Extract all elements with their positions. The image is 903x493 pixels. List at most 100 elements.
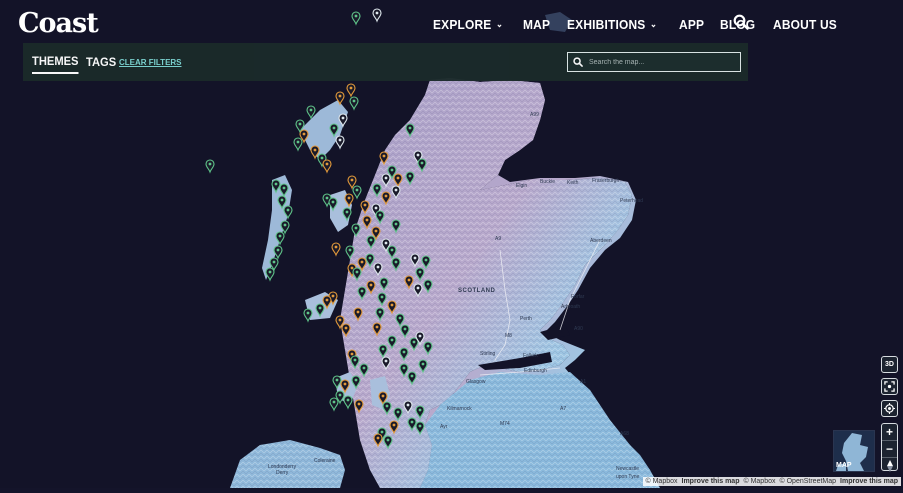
map-pin-dot xyxy=(283,223,287,227)
map-pin-dot xyxy=(334,245,338,249)
map-pin-dot xyxy=(374,229,378,233)
map-pin-dot xyxy=(394,222,398,226)
map-pin-icon[interactable] xyxy=(273,245,283,260)
map-pin-dot xyxy=(298,122,302,126)
map-pin-dot xyxy=(416,286,420,290)
map-pin-icon[interactable] xyxy=(329,397,339,412)
map-pin-dot xyxy=(350,266,354,270)
label-road-a9: A9 xyxy=(495,236,501,242)
minimap-toggle[interactable]: MAP xyxy=(833,430,875,472)
search-icon xyxy=(573,57,583,67)
map-pin-dot xyxy=(407,278,411,282)
map-pin-dot xyxy=(378,213,382,217)
map-pin-dot xyxy=(362,366,366,370)
map-pin-dot xyxy=(384,194,388,198)
view-3d-button[interactable]: 3D xyxy=(881,356,898,373)
zoom-out-button[interactable]: − xyxy=(882,440,897,457)
map-pin-icon[interactable] xyxy=(351,11,361,26)
map-pin-dot xyxy=(325,196,329,200)
map-pin-dot xyxy=(386,438,390,442)
map-pin-dot xyxy=(268,270,272,274)
fullscreen-icon xyxy=(884,381,895,392)
nav-about-us[interactable]: ABOUT US xyxy=(773,17,837,32)
clear-filters-link[interactable]: CLEAR FILTERS xyxy=(119,58,182,67)
fullscreen-button[interactable] xyxy=(881,378,898,395)
label-road-m8: M8 xyxy=(505,333,512,339)
label-road-m74: M74 xyxy=(500,421,510,427)
view-3d-label: 3D xyxy=(885,361,894,368)
label-newcastle: Newcastle xyxy=(616,466,639,472)
map-pin-dot xyxy=(420,161,424,165)
map-pin-icon[interactable] xyxy=(349,96,359,111)
map-pin-dot xyxy=(384,176,388,180)
label-edinburgh: Edinburgh xyxy=(524,368,547,374)
map-pin-icon[interactable] xyxy=(335,135,345,150)
map-pin-dot xyxy=(416,153,420,157)
map-pin-dot xyxy=(348,248,352,252)
map-pin-dot xyxy=(378,310,382,314)
nav-map[interactable]: MAP xyxy=(523,17,550,32)
map-pin-dot xyxy=(426,282,430,286)
map-pin-icon[interactable] xyxy=(322,159,332,174)
main-nav: EXPLORE ⌄ MAP EXHIBITIONS ⌄ APP BLOG ABO… xyxy=(433,14,842,34)
attribution-mapbox-1[interactable]: © Mapbox xyxy=(646,478,678,485)
chevron-down-icon: ⌄ xyxy=(496,18,504,29)
nav-app[interactable]: APP xyxy=(679,17,704,32)
map-pin-dot xyxy=(320,156,324,160)
map-pin-dot xyxy=(424,258,428,262)
map-search-input[interactable] xyxy=(587,57,731,67)
attribution-osm[interactable]: © OpenStreetMap xyxy=(780,478,837,485)
compass-button[interactable] xyxy=(882,457,897,474)
map-pin-icon[interactable] xyxy=(331,242,341,257)
search-icon[interactable] xyxy=(733,14,751,32)
map-pin-dot xyxy=(353,358,357,362)
map-pin-icon[interactable] xyxy=(293,137,303,152)
map-pin-icon[interactable] xyxy=(306,105,316,120)
map-pin-icon[interactable] xyxy=(205,159,215,174)
attribution-improve-1[interactable]: Improve this map xyxy=(682,478,740,485)
map-pin-dot xyxy=(347,196,351,200)
map-pin-dot xyxy=(384,241,388,245)
map-pin-dot xyxy=(368,256,372,260)
label-road-a1: A1 xyxy=(580,379,586,385)
attribution-improve-2[interactable]: Improve this map xyxy=(840,478,898,485)
label-scotland: SCOTLAND xyxy=(458,288,495,294)
map-pin-dot xyxy=(384,359,388,363)
map-pin-icon[interactable] xyxy=(265,267,275,282)
attribution-mapbox-2[interactable]: © Mapbox xyxy=(743,478,775,485)
map-pin-dot xyxy=(352,99,356,103)
map-pin-dot xyxy=(392,423,396,427)
label-perth: Perth xyxy=(520,316,532,322)
map-pin-icon[interactable] xyxy=(372,8,382,23)
nav-map-label: MAP xyxy=(523,16,551,32)
label-road-a7: A7 xyxy=(560,406,566,412)
map-pin-dot xyxy=(408,174,412,178)
zoom-in-button[interactable]: + xyxy=(882,424,897,440)
label-derry: Derry xyxy=(276,470,289,476)
map-pin-dot xyxy=(375,11,379,15)
map-pin-dot xyxy=(306,311,310,315)
label-ayr: Ayr xyxy=(440,424,448,430)
map-pin-dot xyxy=(356,310,360,314)
map-pin-icon[interactable] xyxy=(343,395,353,410)
map-pin-dot xyxy=(332,400,336,404)
nav-explore[interactable]: EXPLORE ⌄ xyxy=(433,17,503,32)
map-pin-icon[interactable] xyxy=(346,83,356,98)
map-pin-dot xyxy=(418,424,422,428)
map-pin-dot xyxy=(390,248,394,252)
map-pin-dot xyxy=(282,186,286,190)
label-buckie: Buckie xyxy=(540,179,555,185)
map-pin-dot xyxy=(354,14,358,18)
map-pin-dot xyxy=(390,303,394,307)
map-pin-dot xyxy=(355,188,359,192)
site-logo[interactable]: Coast xyxy=(18,8,99,39)
tab-themes[interactable]: THEMES xyxy=(32,54,79,74)
nav-exhibitions[interactable]: EXHIBITIONS ⌄ xyxy=(567,17,657,32)
label-kilmarnock: Kilmarnock xyxy=(447,406,472,412)
map-pin-dot xyxy=(374,206,378,210)
map-pin-dot xyxy=(332,126,336,130)
geolocate-button[interactable] xyxy=(881,400,898,417)
map-pin-icon[interactable] xyxy=(352,185,362,200)
tab-tags[interactable]: TAGS xyxy=(86,55,116,69)
filter-bar: THEMES TAGS CLEAR FILTERS xyxy=(23,43,748,81)
